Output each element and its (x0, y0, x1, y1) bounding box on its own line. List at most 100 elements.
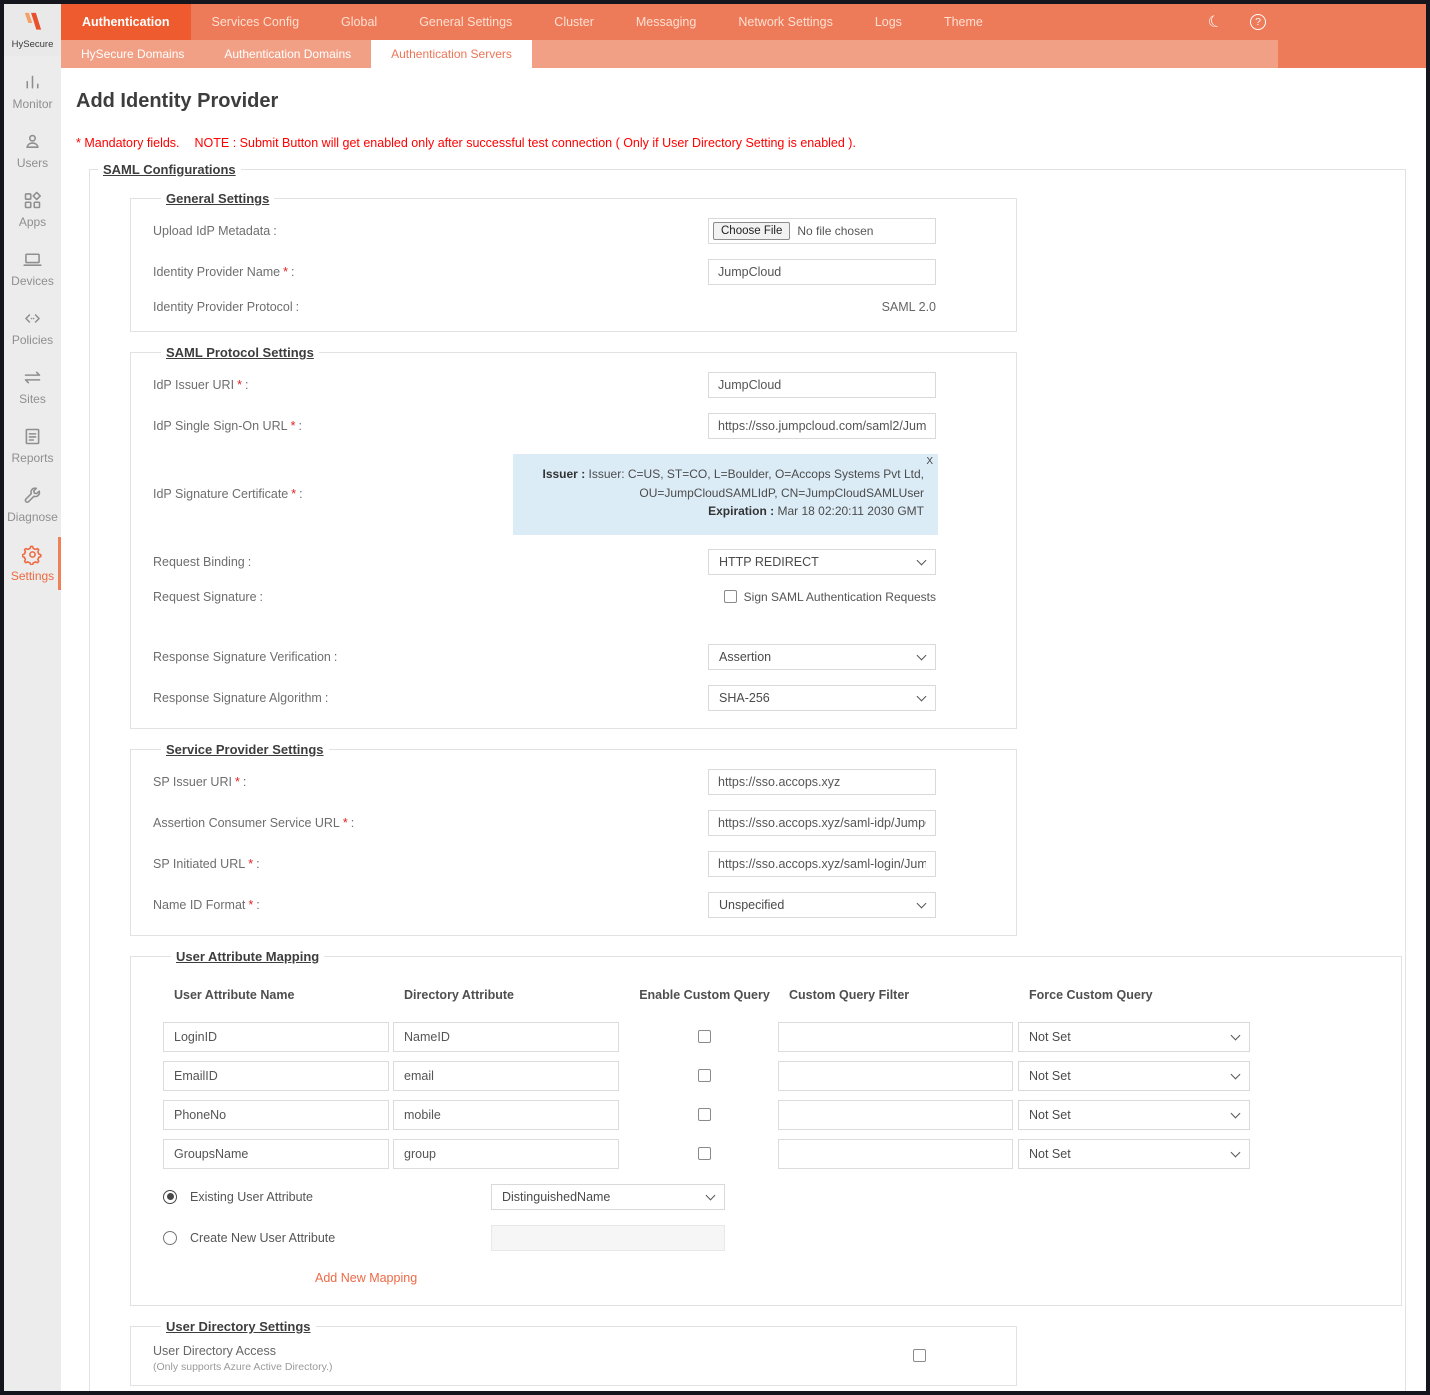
help-icon[interactable]: ? (1250, 14, 1266, 30)
force-custom-query-select[interactable]: Not Set (1018, 1100, 1250, 1130)
input-identity-provider-name[interactable] (708, 259, 936, 285)
user-attribute-name-input[interactable] (163, 1022, 389, 1052)
subnav-tab-authentication-domains[interactable]: Authentication Domains (204, 40, 371, 68)
reports-icon (22, 426, 43, 447)
field-label-identity-provider-name: Identity Provider Name*: (153, 265, 708, 279)
topnav-tab-cluster[interactable]: Cluster (533, 4, 615, 40)
select-response-signature-algorithm[interactable]: SHA-256 (708, 685, 936, 711)
saml-protocol-settings-rows: IdP Issuer URI*: IdP Single Sign-On URL*:… (153, 372, 994, 711)
service-provider-settings-fieldset: Service Provider Settings SP Issuer URI*… (130, 742, 1017, 936)
app-window: HySecure MonitorUsersAppsDevices Policies… (0, 0, 1430, 1395)
directory-attribute-input[interactable] (393, 1022, 619, 1052)
enable-custom-query-checkbox[interactable] (698, 1147, 711, 1160)
enable-custom-query-checkbox[interactable] (698, 1108, 711, 1121)
chevron-down-icon (1231, 1069, 1241, 1079)
force-custom-query-select[interactable]: Not Set (1018, 1139, 1250, 1169)
brand-name: HySecure (12, 39, 54, 50)
chevron-down-icon (917, 555, 927, 565)
user-attribute-name-input[interactable] (163, 1100, 389, 1130)
chevron-down-icon (917, 691, 927, 701)
sidebar-item-policies[interactable]: Policies (4, 298, 61, 357)
upload-idp-metadata-input[interactable]: Choose FileNo file chosen (708, 218, 936, 244)
chevron-down-icon (1231, 1030, 1241, 1040)
custom-query-filter-input[interactable] (778, 1139, 1013, 1169)
custom-query-filter-input[interactable] (778, 1100, 1013, 1130)
field-label-response-signature-verification: Response Signature Verification: (153, 650, 708, 664)
checkbox-request-signature[interactable] (724, 590, 737, 603)
chevron-down-icon (1231, 1147, 1241, 1157)
choose-file-button[interactable]: Choose File (713, 222, 790, 240)
topnav-tab-general-settings[interactable]: General Settings (398, 4, 533, 40)
enable-custom-query-checkbox[interactable] (698, 1030, 711, 1043)
field-label-assertion-consumer-service-url: Assertion Consumer Service URL*: (153, 816, 708, 830)
custom-query-filter-input[interactable] (778, 1061, 1013, 1091)
sidebar-item-devices[interactable]: Devices (4, 239, 61, 298)
mapping-rows: Not Set Not Set Not Set Not Set (163, 1022, 1379, 1169)
topnav-tab-services-config[interactable]: Services Config (191, 4, 321, 40)
sub-navbar: HySecure DomainsAuthentication DomainsAu… (61, 40, 1426, 68)
sidebar-item-sites[interactable]: Sites (4, 357, 61, 416)
field-row-idp-single-sign-on-url: IdP Single Sign-On URL*: (153, 413, 994, 439)
create-new-user-attribute-radio[interactable] (163, 1231, 177, 1245)
topnav-tab-authentication[interactable]: Authentication (61, 4, 191, 40)
input-idp-issuer-uri[interactable] (708, 372, 936, 398)
mapping-row-emailid: Not Set (163, 1061, 1379, 1091)
field-label-name-id-format: Name ID Format*: (153, 898, 708, 912)
sites-icon (22, 367, 43, 388)
custom-query-filter-input[interactable] (778, 1022, 1013, 1052)
topnav-icons: ☾? (1208, 4, 1266, 40)
new-user-attribute-input[interactable] (491, 1225, 725, 1251)
input-assertion-consumer-service-url[interactable] (708, 810, 936, 836)
user-attribute-name-input[interactable] (163, 1139, 389, 1169)
select-request-binding[interactable]: HTTP REDIRECT (708, 549, 936, 575)
page-title: Add Identity Provider (76, 90, 1411, 113)
subnav-tab-authentication-servers[interactable]: Authentication Servers (371, 40, 532, 68)
force-custom-query-select[interactable]: Not Set (1018, 1061, 1250, 1091)
sidebar-item-settings[interactable]: Settings (4, 534, 61, 593)
subnav-tab-hysecure-domains[interactable]: HySecure Domains (61, 40, 204, 68)
input-sp-issuer-uri[interactable] (708, 769, 936, 795)
brand-logo[interactable]: HySecure (4, 4, 61, 56)
user-directory-settings-legend: User Directory Settings (161, 1319, 316, 1334)
sidebar-item-reports[interactable]: Reports (4, 416, 61, 475)
input-sp-initiated-url[interactable] (708, 851, 936, 877)
topnav-tab-logs[interactable]: Logs (854, 4, 923, 40)
sidebar-item-label: Policies (12, 333, 53, 347)
field-label-request-signature: Request Signature: (153, 590, 708, 604)
sidebar-item-apps[interactable]: Apps (4, 180, 61, 239)
user-directory-access-checkbox[interactable] (913, 1349, 926, 1362)
directory-attribute-input[interactable] (393, 1061, 619, 1091)
certificate-remove-icon[interactable]: X (926, 457, 933, 467)
chevron-down-icon (1231, 1108, 1241, 1118)
service-provider-settings-rows: SP Issuer URI*: Assertion Consumer Servic… (153, 769, 994, 918)
existing-user-attribute-radio[interactable] (163, 1190, 177, 1204)
enable-custom-query-checkbox[interactable] (698, 1069, 711, 1082)
select-name-id-format[interactable]: Unspecified (708, 892, 936, 918)
sidebar-item-users[interactable]: Users (4, 121, 61, 180)
users-icon (22, 131, 43, 152)
force-custom-query-select[interactable]: Not Set (1018, 1022, 1250, 1052)
directory-attribute-input[interactable] (393, 1100, 619, 1130)
select-response-signature-verification[interactable]: Assertion (708, 644, 936, 670)
input-idp-single-sign-on-url[interactable] (708, 413, 936, 439)
field-row-response-signature-algorithm: Response Signature Algorithm:SHA-256 (153, 685, 994, 711)
topnav-tab-theme[interactable]: Theme (923, 4, 1004, 40)
add-new-mapping-link[interactable]: Add New Mapping (315, 1271, 417, 1285)
existing-user-attribute-row: Existing User Attribute DistinguishedNam… (163, 1184, 1379, 1210)
topnav-tab-network-settings[interactable]: Network Settings (717, 4, 853, 40)
field-row-sp-issuer-uri: SP Issuer URI*: (153, 769, 994, 795)
field-row-upload-idp-metadata: Upload IdP Metadata:Choose FileNo file c… (153, 218, 994, 244)
user-attribute-name-input[interactable] (163, 1061, 389, 1091)
sidebar-item-diagnose[interactable]: Diagnose (4, 475, 61, 534)
topnav-tabs: AuthenticationServices ConfigGlobalGener… (61, 4, 1004, 40)
general-settings-fieldset: General Settings Upload IdP Metadata:Cho… (130, 191, 1017, 332)
existing-user-attribute-select[interactable]: DistinguishedName (491, 1184, 725, 1210)
field-label-idp-single-sign-on-url: IdP Single Sign-On URL*: (153, 419, 708, 433)
field-row-idp-issuer-uri: IdP Issuer URI*: (153, 372, 994, 398)
topnav-tab-global[interactable]: Global (320, 4, 398, 40)
topnav-tab-messaging[interactable]: Messaging (615, 4, 717, 40)
sidebar-item-monitor[interactable]: Monitor (4, 62, 61, 121)
directory-attribute-input[interactable] (393, 1139, 619, 1169)
diagnose-icon (22, 485, 43, 506)
theme-toggle-icon[interactable]: ☾ (1205, 10, 1225, 33)
